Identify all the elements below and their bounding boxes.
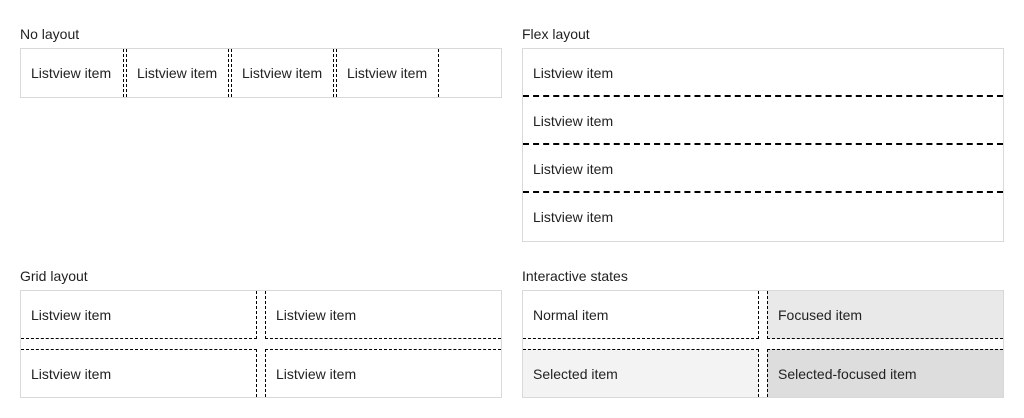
grid-item[interactable]: Listview item: [21, 291, 257, 339]
list-item[interactable]: Listview item: [231, 49, 334, 97]
list-item[interactable]: Listview item: [336, 49, 439, 97]
grid-item[interactable]: Listview item: [21, 349, 257, 397]
list-item[interactable]: Listview item: [523, 193, 1003, 241]
grid-item[interactable]: Listview item: [265, 349, 501, 397]
selected-focused-item[interactable]: Selected-focused item: [767, 349, 1003, 397]
grid-layout-listview[interactable]: Listview item Listview item Listview ite…: [20, 290, 502, 398]
list-item[interactable]: Listview item: [126, 49, 229, 97]
no-layout-section: No layout Listview item Listview item Li…: [20, 26, 502, 98]
list-item[interactable]: Listview item: [21, 49, 124, 97]
no-layout-listview[interactable]: Listview item Listview item Listview ite…: [20, 48, 502, 98]
no-layout-title: No layout: [20, 26, 80, 42]
interactive-states-title: Interactive states: [522, 268, 628, 284]
flex-layout-section: Flex layout Listview item Listview item …: [522, 26, 1004, 242]
interactive-states-section: Interactive states Normal item Focused i…: [522, 268, 1004, 398]
grid-item[interactable]: Listview item: [265, 291, 501, 339]
flex-layout-listview[interactable]: Listview item Listview item Listview ite…: [522, 48, 1004, 242]
grid-layout-section: Grid layout Listview item Listview item …: [20, 268, 502, 398]
flex-layout-title: Flex layout: [522, 26, 590, 42]
normal-item[interactable]: Normal item: [523, 291, 759, 339]
list-item[interactable]: Listview item: [523, 49, 1003, 97]
interactive-states-listview[interactable]: Normal item Focused item Selected item S…: [522, 290, 1004, 398]
focused-item[interactable]: Focused item: [767, 291, 1003, 339]
grid-layout-title: Grid layout: [20, 268, 88, 284]
selected-item[interactable]: Selected item: [523, 349, 759, 397]
list-item[interactable]: Listview item: [523, 145, 1003, 193]
list-item[interactable]: Listview item: [523, 97, 1003, 145]
